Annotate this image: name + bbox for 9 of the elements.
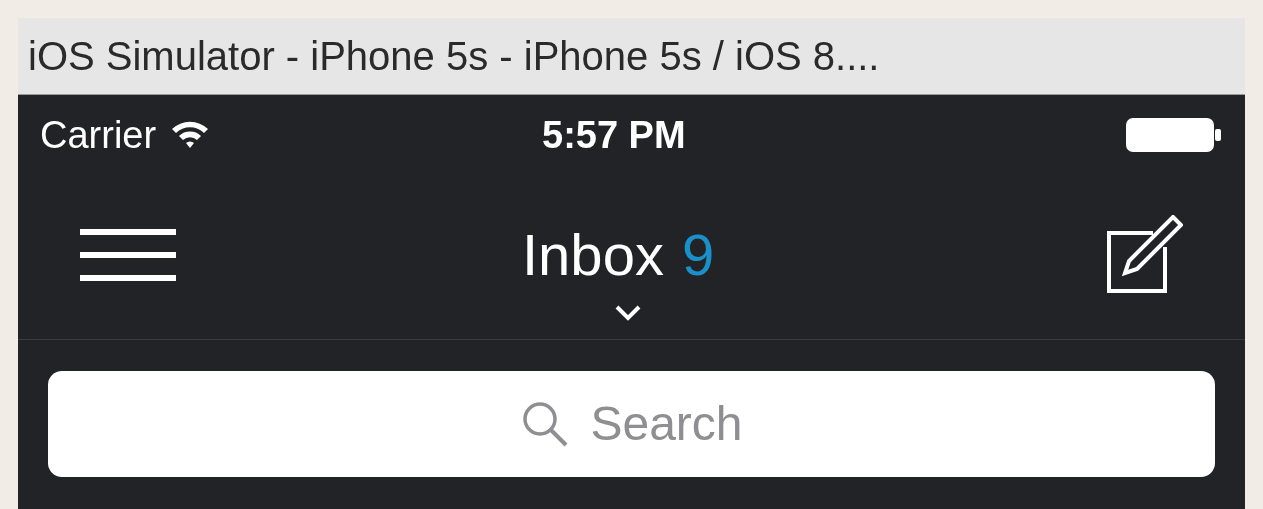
- clock: 5:57 PM: [542, 112, 686, 158]
- battery-icon: [1125, 117, 1223, 153]
- inbox-title[interactable]: Inbox: [522, 211, 664, 298]
- unread-count: 9: [681, 221, 715, 289]
- chevron-down-icon[interactable]: [615, 305, 641, 321]
- wifi-icon: [170, 120, 211, 150]
- window-title: iOS Simulator - iPhone 5s - iPhone 5s / iOS 8....: [28, 33, 880, 80]
- carrier-label: Carrier: [40, 112, 157, 158]
- menu-icon[interactable]: [80, 229, 176, 281]
